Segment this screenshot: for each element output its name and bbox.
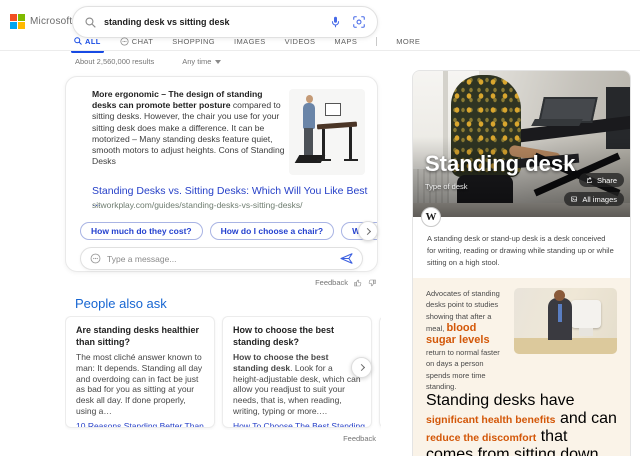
chevron-right-icon	[357, 364, 364, 371]
tab-images[interactable]: IMAGES	[234, 37, 266, 46]
chips-next-button[interactable]	[358, 221, 378, 241]
search-tabs: ALL CHAT SHOPPING IMAGES VIDEOS MAPS MOR…	[74, 33, 420, 49]
highlight-text: significant health benefits	[426, 414, 556, 426]
tab-maps[interactable]: MAPS	[334, 37, 357, 46]
time-filter-label: Any time	[182, 57, 211, 66]
all-images-button[interactable]: All images	[564, 192, 624, 206]
answer-result-url: sitworkplay.com/guides/standing-desks-vs…	[92, 200, 303, 210]
chat-bubble-icon	[90, 253, 101, 264]
chip-chair[interactable]: How do I choose a chair?	[210, 222, 335, 240]
answer-text: More ergonomic – The design of standing …	[92, 89, 288, 167]
share-label: Share	[597, 176, 617, 185]
wikipedia-icon[interactable]: W	[421, 207, 441, 227]
visual-search-icon[interactable]	[353, 16, 365, 28]
paa-answer: The most cliché answer known to man: It …	[76, 352, 204, 417]
paa-answer: How to choose the best standing desk. Lo…	[233, 352, 361, 417]
all-images-label: All images	[582, 195, 617, 204]
search-icon	[85, 17, 96, 28]
chat-input-bar[interactable]	[80, 247, 363, 270]
answer-thumbnail[interactable]	[289, 89, 365, 175]
answer-feedback-link[interactable]: Feedback	[315, 278, 348, 287]
tab-all-label: ALL	[85, 37, 101, 46]
chat-message-input[interactable]	[107, 254, 340, 264]
paa-card[interactable]: Are standing desks healthier than sittin…	[65, 316, 215, 428]
search-icon	[74, 37, 82, 45]
chevron-right-icon	[364, 227, 371, 234]
entity-description: A standing desk or stand-up desk is a de…	[413, 217, 630, 278]
people-also-ask-title: People also ask	[75, 296, 167, 311]
paa-result-link[interactable]: 10 Reasons Standing Better Than …	[76, 421, 204, 428]
paa-result-link[interactable]: How To Choose The Best Standing…	[233, 421, 361, 428]
people-also-ask-carousel: Are standing desks healthier than sittin…	[65, 316, 381, 430]
share-icon	[586, 177, 593, 184]
tab-videos[interactable]: VIDEOS	[285, 37, 316, 46]
search-input[interactable]	[104, 17, 330, 27]
tab-chat-label: CHAT	[132, 37, 153, 46]
tab-more[interactable]: MORE	[396, 37, 420, 46]
chip-cost[interactable]: How much do they cost?	[80, 222, 203, 240]
entity-subtitle: Type of desk	[425, 182, 468, 191]
highlight-text: reduce the discomfort	[426, 432, 536, 444]
tab-chat[interactable]: CHAT	[120, 37, 153, 46]
thumbs-up-icon[interactable]	[354, 279, 362, 287]
header-divider	[0, 50, 640, 51]
fact-health-benefits: Standing desks have significant health b…	[426, 392, 617, 456]
fact-image-office-worker[interactable]	[514, 288, 617, 354]
paa-feedback-link[interactable]: Feedback	[65, 434, 376, 443]
send-icon[interactable]	[340, 253, 353, 264]
knowledge-panel: Standing desk Type of desk Share All ima…	[412, 70, 631, 456]
facts-panel: Advocates of standing desks point to stu…	[413, 278, 630, 456]
paa-question: Are standing desks healthier than sittin…	[76, 325, 204, 348]
fact-blood-sugar: Advocates of standing desks point to stu…	[426, 288, 617, 392]
paa-next-button[interactable]	[351, 357, 372, 378]
share-button[interactable]: Share	[579, 173, 624, 187]
answer-card: More ergonomic – The design of standing …	[65, 76, 378, 272]
time-filter-dropdown[interactable]: Any time	[182, 57, 221, 66]
tab-shopping[interactable]: SHOPPING	[172, 37, 215, 46]
thumbs-down-icon[interactable]	[368, 279, 376, 287]
microsoft-logo-icon	[10, 14, 25, 29]
tab-all[interactable]: ALL	[74, 37, 101, 46]
images-icon	[571, 196, 578, 203]
paa-question: How to choose the best standing desk?	[233, 325, 361, 348]
results-count: About 2,560,000 results	[75, 57, 154, 66]
hero-image[interactable]: Standing desk Type of desk Share All ima…	[413, 71, 630, 217]
followup-chips: How much do they cost? How do I choose a…	[80, 222, 377, 242]
paa-card[interactable]: How to choose the best standing desk? Ho…	[222, 316, 372, 428]
fact-text: Advocates of standing desks point to stu…	[426, 288, 506, 392]
entity-title: Standing desk	[425, 151, 575, 177]
tabs-divider	[376, 37, 377, 46]
microphone-icon[interactable]	[330, 16, 341, 28]
chat-tab-icon	[120, 37, 129, 46]
paa-card-clipped[interactable]: D Y ti d y s T w	[379, 316, 381, 428]
chevron-down-icon	[215, 60, 221, 64]
